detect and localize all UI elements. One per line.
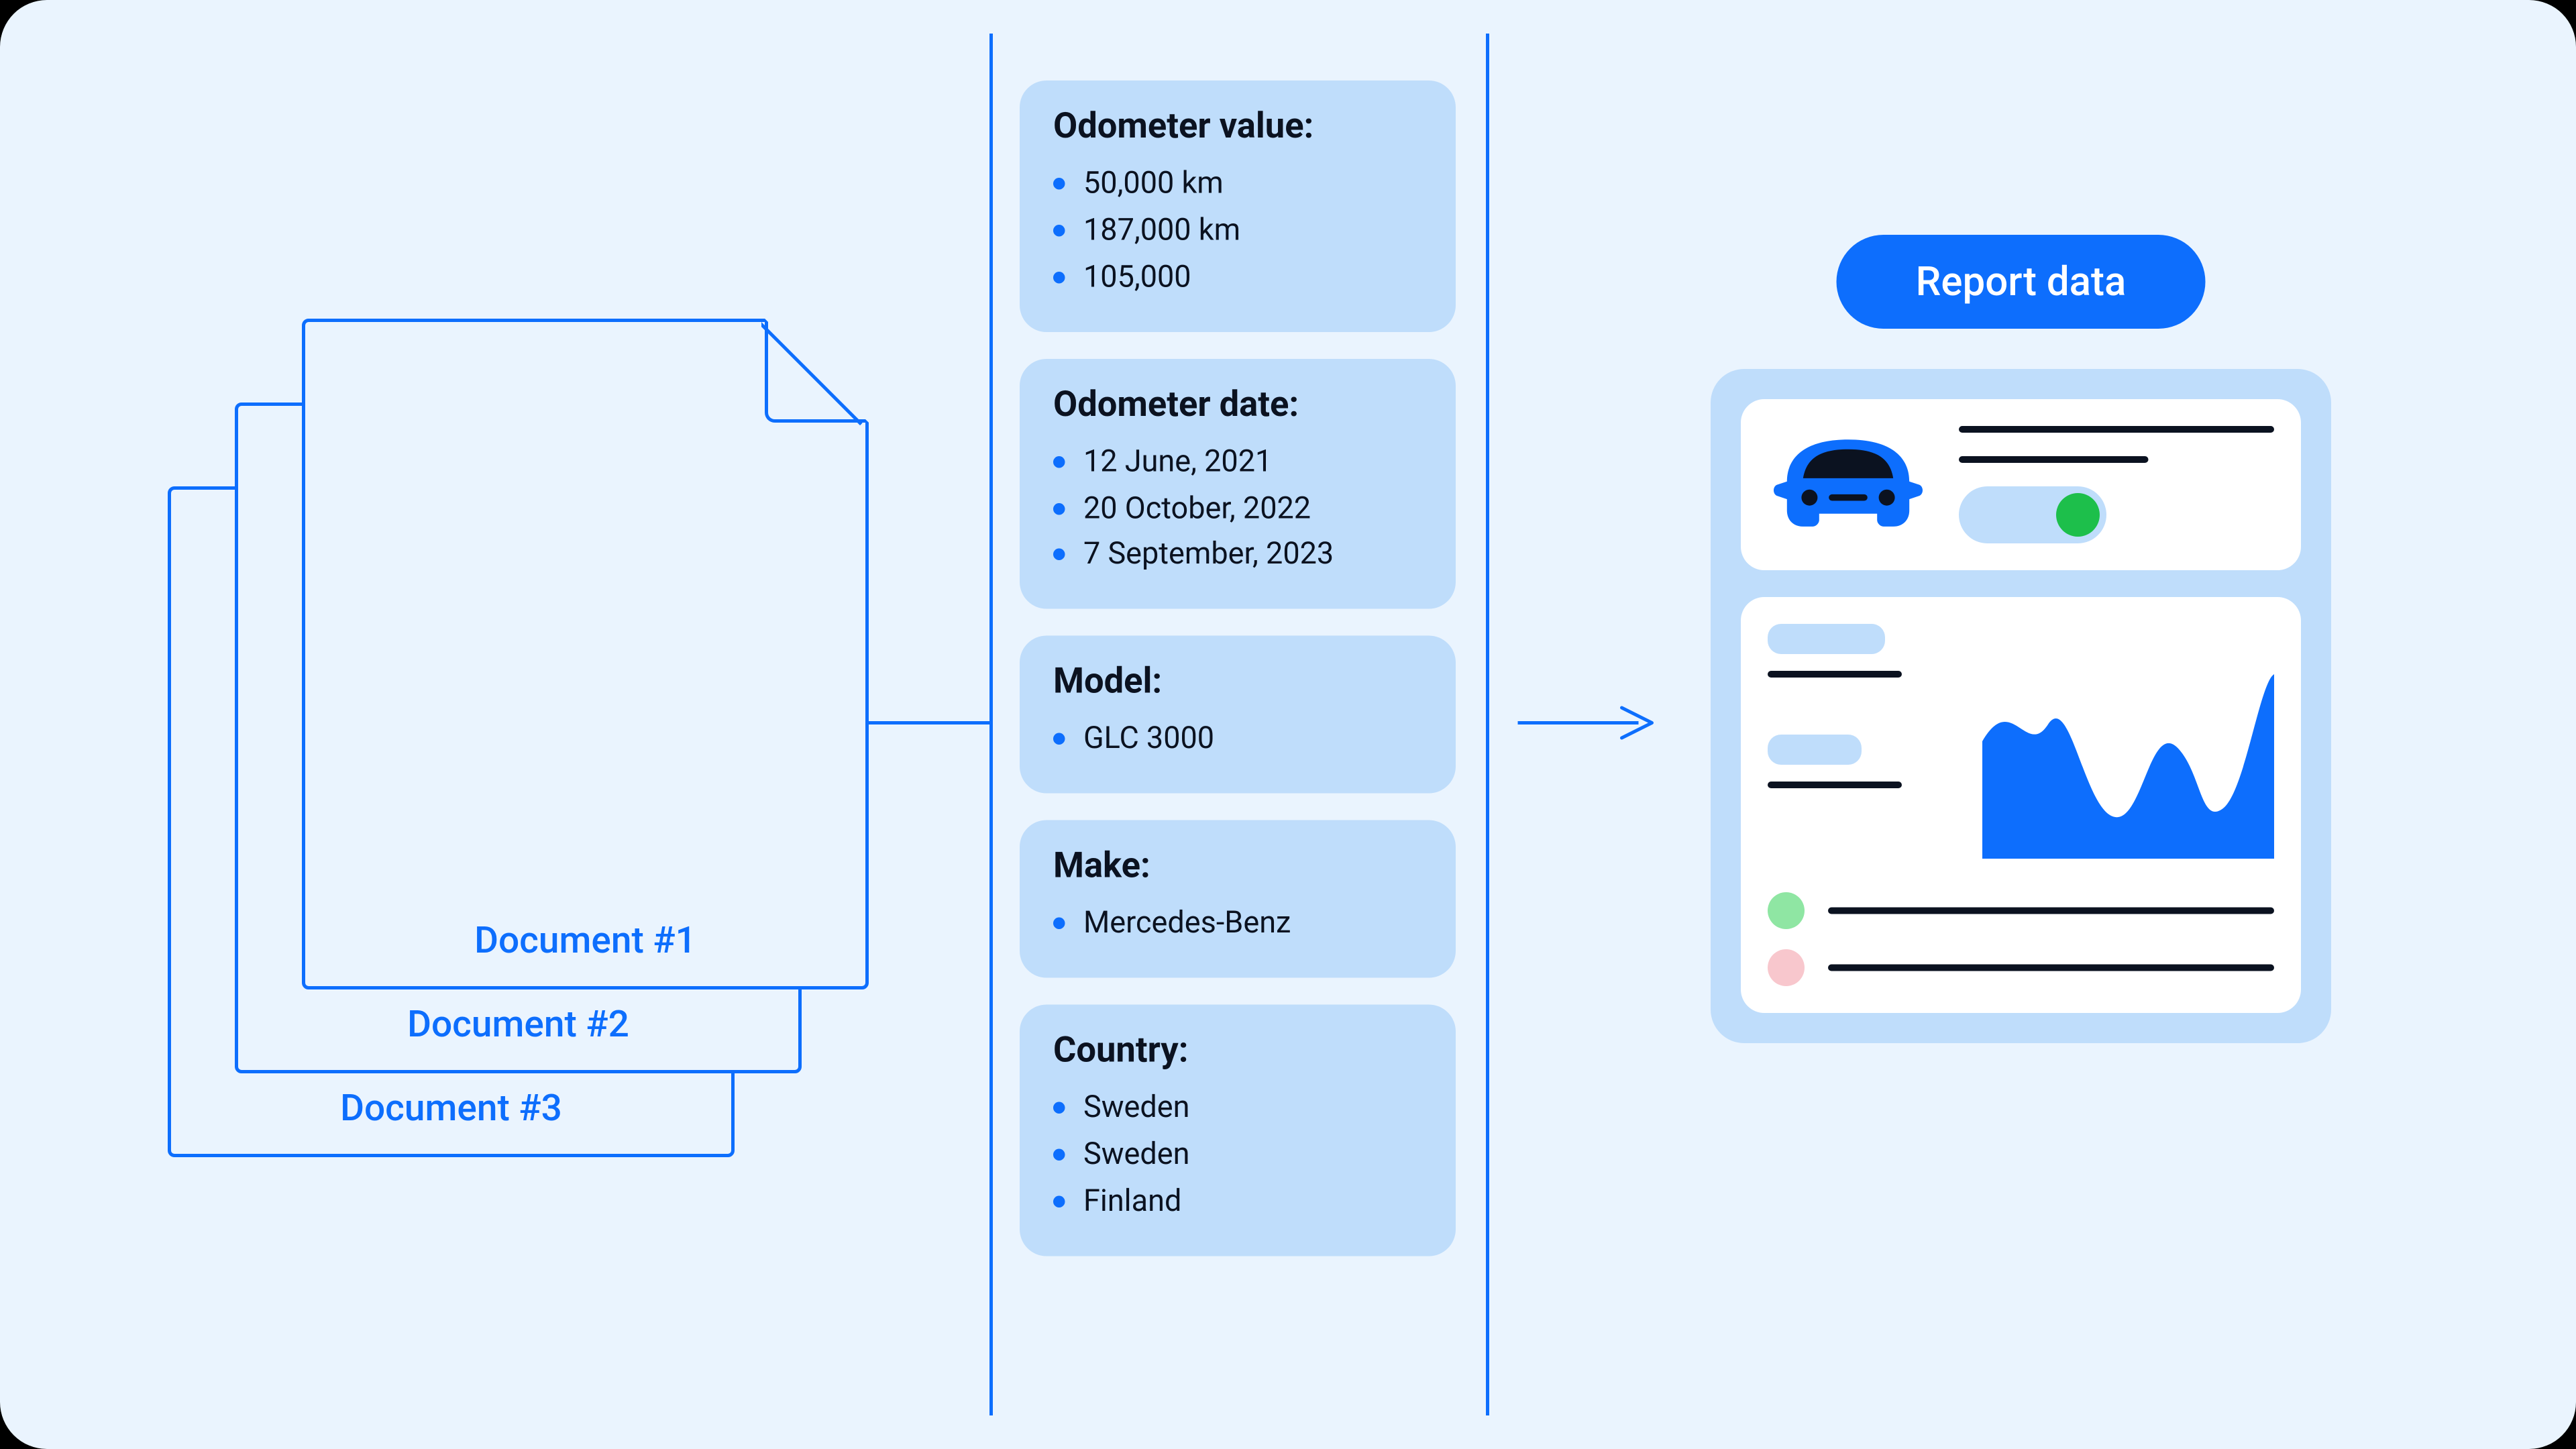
- report-section: Report data: [1711, 235, 2331, 1043]
- placeholder-line: [1959, 456, 2148, 463]
- report-header-panel: [1741, 399, 2301, 570]
- placeholder-line: [1768, 782, 1902, 788]
- status-toggle: [1959, 486, 2106, 543]
- legend-dot-green-icon: [1768, 892, 1805, 929]
- placeholder-line: [1768, 671, 1902, 678]
- report-body-panel: [1741, 597, 2301, 1013]
- placeholder-line: [1828, 908, 2274, 914]
- card-title: Country:: [1053, 1032, 1422, 1072]
- card-model: Model: GLC 3000: [1020, 636, 1456, 794]
- placeholder-pill: [1768, 735, 1862, 765]
- legend-row: [1768, 949, 2274, 986]
- extracted-data-column: Odometer value: 50,000 km 187,000 km 105…: [1020, 80, 1456, 1256]
- list-item: 20 October, 2022: [1053, 486, 1422, 533]
- placeholder-line: [1959, 426, 2274, 433]
- diagram-canvas: Document #3 Document #2 Document #1 Odom…: [0, 0, 2576, 1449]
- legend-dot-pink-icon: [1768, 949, 1805, 986]
- document-label: Document #2: [238, 1005, 798, 1047]
- card-title: Odometer value:: [1053, 107, 1422, 148]
- report-data-pill: Report data: [1837, 235, 2206, 329]
- document-1: Document #1: [302, 319, 869, 989]
- list-item: GLC 3000: [1053, 716, 1422, 763]
- list-item: Sweden: [1053, 1085, 1422, 1132]
- placeholder-line: [1828, 965, 2274, 971]
- card-country: Country: Sweden Sweden Finland: [1020, 1005, 1456, 1256]
- car-icon: [1768, 426, 1929, 543]
- report-pill-label: Report data: [1916, 258, 2127, 305]
- page-fold-edge: [761, 322, 865, 426]
- list-item: Finland: [1053, 1179, 1422, 1226]
- report-card: [1711, 369, 2331, 1043]
- document-label: Document #1: [305, 921, 865, 963]
- placeholder-pill: [1768, 624, 1885, 654]
- list-item: Mercedes-Benz: [1053, 901, 1422, 948]
- toggle-knob-icon: [2056, 493, 2100, 537]
- card-odometer-date: Odometer date: 12 June, 2021 20 October,…: [1020, 358, 1456, 609]
- divider-rail-right: [1486, 34, 1489, 1415]
- document-label: Document #3: [171, 1089, 731, 1131]
- connector-line: [869, 721, 989, 724]
- list-item: 105,000: [1053, 254, 1422, 301]
- list-item: 12 June, 2021: [1053, 439, 1422, 486]
- arrow-icon: [1518, 721, 1652, 724]
- divider-rail-left: [989, 34, 993, 1415]
- card-title: Make:: [1053, 847, 1422, 888]
- legend-row: [1768, 892, 2274, 929]
- list-item: 7 September, 2023: [1053, 533, 1422, 580]
- list-item: 187,000 km: [1053, 208, 1422, 255]
- list-item: Sweden: [1053, 1132, 1422, 1179]
- card-title: Model:: [1053, 663, 1422, 703]
- card-odometer-value: Odometer value: 50,000 km 187,000 km 105…: [1020, 80, 1456, 331]
- card-make: Make: Mercedes-Benz: [1020, 820, 1456, 978]
- card-title: Odometer date:: [1053, 385, 1422, 425]
- area-chart-icon: [1982, 624, 2274, 859]
- document-stack: Document #3 Document #2 Document #1: [168, 319, 872, 1191]
- list-item: 50,000 km: [1053, 161, 1422, 208]
